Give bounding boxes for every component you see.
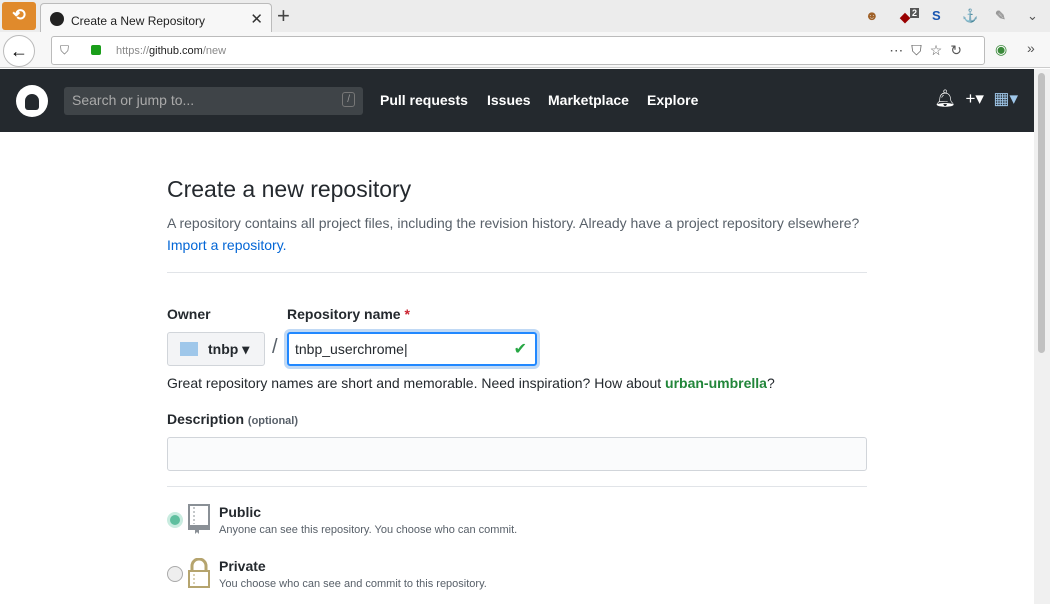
scrollbar-thumb[interactable] (1038, 73, 1045, 353)
private-title: Private (219, 558, 266, 574)
private-radio[interactable] (167, 566, 183, 582)
scrollbar[interactable] (1034, 69, 1050, 604)
required-mark: * (404, 306, 410, 322)
lock-icon (188, 558, 210, 588)
repo-name-hint: Great repository names are short and mem… (167, 375, 775, 391)
browser-tab[interactable]: Create a New Repository ✕ (40, 3, 272, 33)
back-button[interactable]: ← (3, 35, 35, 67)
nav-issues[interactable]: Issues (487, 92, 531, 108)
firefox-menu-button[interactable]: ⟲ (2, 2, 36, 30)
lock-icon[interactable] (91, 45, 101, 55)
search-input[interactable]: Search or jump to... / (64, 87, 363, 115)
nav-pull-requests[interactable]: Pull requests (380, 92, 468, 108)
valid-check-icon: ✔ (513, 341, 527, 358)
browser-nav-bar: ← ⛉ https://github.com/new ⋯⛉☆↻ ◉ » (0, 32, 1050, 68)
extension-icon[interactable]: ◉ (995, 41, 1007, 58)
repo-name-label: Repository name * (287, 306, 410, 322)
owner-repo-separator: / (272, 336, 278, 358)
new-tab-button[interactable]: + (277, 3, 290, 29)
stylus-extension-icon[interactable]: S (932, 8, 941, 23)
close-tab-icon[interactable]: ✕ (250, 10, 263, 28)
url-prefix: https:// (116, 45, 150, 57)
divider (167, 486, 867, 487)
url-bar[interactable]: ⛉ https://github.com/new ⋯⛉☆↻ (51, 36, 985, 65)
github-logo-icon[interactable] (16, 85, 48, 117)
url-host: github.com (149, 45, 203, 57)
user-avatar-dropdown[interactable]: ▦▾ (993, 89, 1018, 108)
ublock-badge: 2 (910, 8, 920, 18)
new-repo-form: Create a new repository A repository con… (167, 176, 867, 590)
github-header: Search or jump to... / Pull requests Issu… (0, 69, 1034, 132)
page-actions-icons[interactable]: ⋯⛉☆↻ (889, 42, 970, 59)
ublock-extension-icon[interactable]: ◆ 2 (900, 8, 920, 25)
nav-explore[interactable]: Explore (647, 92, 698, 108)
public-radio[interactable] (167, 512, 183, 528)
hint-suffix: ? (766, 375, 775, 391)
extension-icon[interactable]: ⚓ (962, 8, 978, 24)
divider (167, 272, 867, 273)
nav-marketplace[interactable]: Marketplace (548, 92, 629, 108)
browser-tab-bar: ⟲ Create a New Repository ✕ + ☻ ◆ 2 S ⚓ ✎… (0, 0, 1050, 33)
repo-name-input[interactable]: tnbp_userchrome| ✔ (287, 332, 537, 366)
description-label: Description (optional) (167, 411, 298, 427)
import-repository-link[interactable]: Import a repository. (167, 237, 287, 253)
url-path: /new (202, 45, 227, 57)
owner-label: Owner (167, 306, 211, 322)
notifications-bell-icon[interactable]: 🔔︎ (934, 89, 956, 108)
public-title: Public (219, 504, 262, 520)
tab-title: Create a New Repository (71, 14, 206, 28)
owner-avatar (180, 342, 198, 356)
search-shortcut-key: / (342, 92, 355, 107)
github-favicon-icon (50, 12, 64, 26)
search-placeholder: Search or jump to... (72, 92, 195, 108)
tampermonkey-extension-icon[interactable]: ☻ (865, 8, 879, 23)
owner-select[interactable]: tnbp ▾ (167, 332, 265, 366)
overflow-menu-icon[interactable]: ⌄ (1027, 8, 1038, 24)
page-subtitle: A repository contains all project files,… (167, 215, 860, 231)
public-description: Anyone can see this repository. You choo… (219, 524, 518, 536)
description-input[interactable] (167, 437, 867, 471)
tracking-shield-icon[interactable]: ⛉ (60, 43, 69, 58)
private-description: You choose who can see and commit to thi… (219, 578, 487, 590)
more-tools-icon[interactable]: » (1027, 40, 1035, 56)
repo-book-icon (188, 504, 210, 534)
hint-text: Great repository names are short and mem… (167, 375, 662, 391)
description-label-text: Description (167, 411, 245, 427)
optional-note: (optional) (247, 415, 299, 427)
suggested-name-link[interactable]: urban-umbrella (665, 375, 767, 391)
owner-value: tnbp (208, 341, 239, 357)
extension-icon[interactable]: ✎ (995, 8, 1006, 24)
create-new-dropdown[interactable]: +▾ (965, 89, 983, 108)
repo-name-label-text: Repository name (287, 306, 401, 322)
repo-name-value: tnbp_userchrome (295, 341, 404, 357)
page-title: Create a new repository (167, 176, 412, 202)
